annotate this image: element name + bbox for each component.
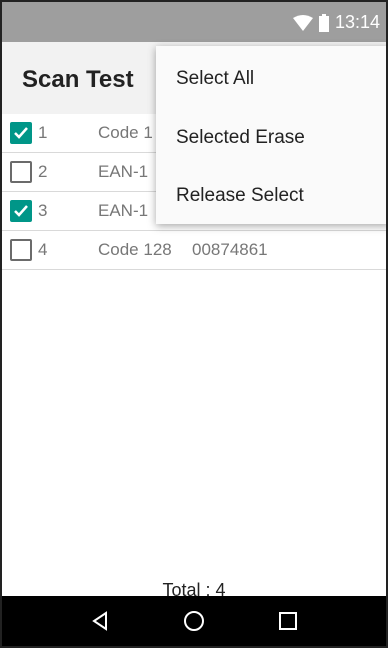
row-type: EAN-1 [98, 162, 149, 181]
wifi-icon [292, 14, 313, 31]
page-title: Scan Test [22, 66, 134, 93]
status-time: 13:14 [334, 12, 380, 32]
checkbox-checked[interactable] [10, 200, 32, 222]
list-item[interactable]: 4 Code 128 00874861 [2, 231, 386, 270]
row-index: 2 [38, 162, 48, 181]
row-index: 4 [38, 240, 48, 259]
recents-icon[interactable] [268, 601, 308, 641]
row-index: 1 [38, 123, 48, 142]
row-type: EAN-1 [98, 201, 149, 220]
menu-item-release-select[interactable]: Release Select [176, 185, 304, 207]
status-bar: 13:14 [2, 2, 386, 42]
device-screen: 13:14 Scan Test 1 Code 1 2 EAN-1 3 EAN-1 [0, 0, 388, 648]
menu-item-selected-erase[interactable]: Selected Erase [176, 127, 305, 149]
battery-icon [318, 13, 329, 32]
home-icon[interactable] [174, 601, 214, 641]
overflow-menu: Select All Selected Erase Release Select [156, 46, 386, 224]
row-index: 3 [38, 201, 48, 220]
checkbox-checked[interactable] [10, 122, 32, 144]
checkbox-unchecked[interactable] [10, 239, 32, 261]
back-icon[interactable] [80, 601, 120, 641]
row-type: Code 128 [98, 240, 172, 259]
checkbox-unchecked[interactable] [10, 161, 32, 183]
navigation-bar [2, 596, 386, 646]
row-code: 00874861 [192, 240, 268, 259]
status-right: 13:14 [292, 12, 380, 33]
menu-item-select-all[interactable]: Select All [176, 68, 254, 90]
row-type: Code 1 [98, 123, 153, 142]
